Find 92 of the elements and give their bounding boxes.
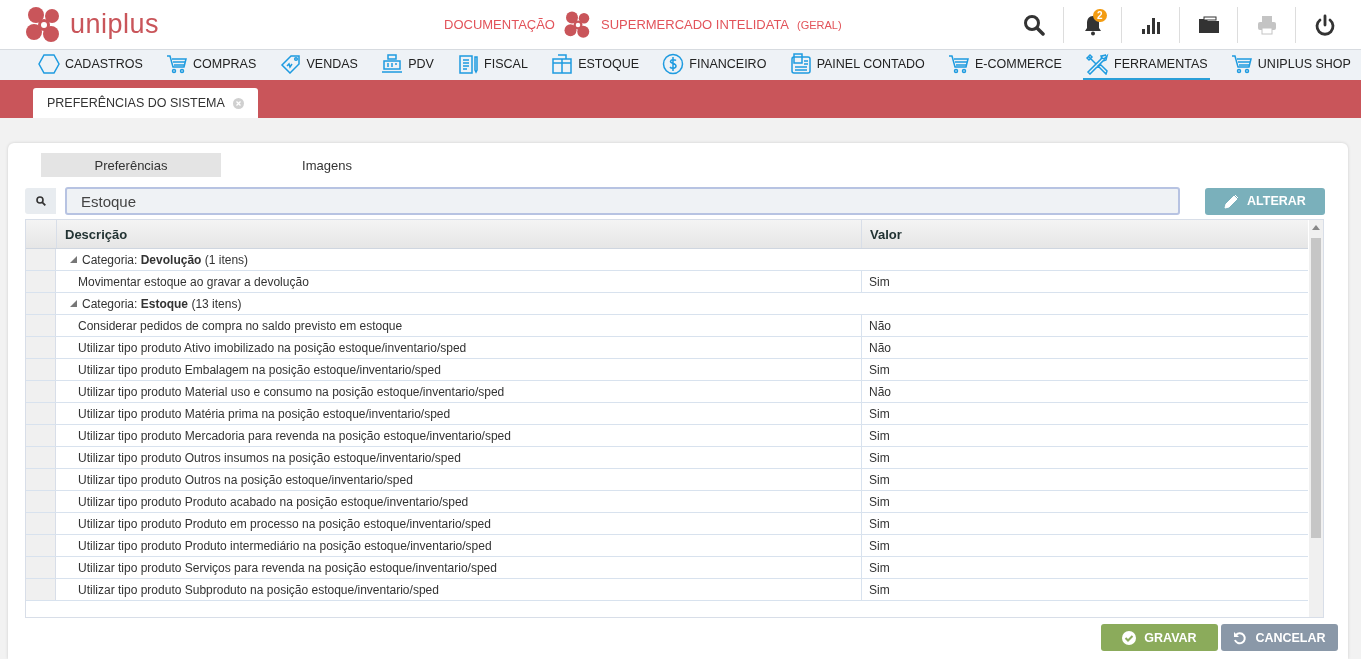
close-icon[interactable] <box>232 97 244 109</box>
preference-description: Utilizar tipo produto Produto intermediário na posição estoque/inventario/sped <box>77 537 493 555</box>
preference-value: Sim <box>861 403 1308 424</box>
preference-value: Sim <box>861 271 1308 292</box>
folder-icon <box>1197 13 1220 36</box>
scrollbar[interactable] <box>1309 220 1323 617</box>
company-name: SUPERMERCADO INTELIDATA <box>601 17 790 32</box>
preference-description: Utilizar tipo produto Produto acabado na posição estoque/inventario/sped <box>77 493 470 511</box>
row-header-cell[interactable] <box>26 359 56 380</box>
search-icon <box>1023 13 1045 36</box>
menu-item[interactable]: VENDAS <box>277 50 360 80</box>
row-header-cell[interactable] <box>26 491 56 512</box>
undo-icon <box>1233 630 1248 645</box>
preference-description: Utilizar tipo produto Embalagem na posição estoque/inventario/sped <box>77 361 442 379</box>
cart-icon <box>166 54 189 74</box>
preference-description: Utilizar tipo produto Material uso e consumo na posição estoque/inventario/sped <box>77 383 506 401</box>
row-header-cell[interactable] <box>26 403 56 424</box>
menu-item[interactable]: FINANCEIRO <box>660 50 769 80</box>
brand-name: uniplus <box>70 9 160 40</box>
preference-description: Utilizar tipo produto Matéria prima na posição estoque/inventario/sped <box>77 405 452 423</box>
tools-icon <box>1085 53 1110 75</box>
cart-icon <box>948 54 970 74</box>
cash-register-icon <box>381 54 404 74</box>
menu-item[interactable]: PDV <box>379 50 436 80</box>
menu-item[interactable]: COMPRAS <box>164 50 259 80</box>
hexagon-icon <box>38 54 60 74</box>
row-header-cell[interactable] <box>26 271 56 292</box>
preference-value: Sim <box>861 513 1308 534</box>
row-header-cell[interactable] <box>26 381 56 402</box>
preference-description: Utilizar tipo produto Outros insumos na posição estoque/inventario/sped <box>77 449 462 467</box>
preference-value: Sim <box>861 359 1308 380</box>
preference-value: Sim <box>861 447 1308 468</box>
preference-value: Sim <box>861 535 1308 556</box>
preference-value: Sim <box>861 469 1308 490</box>
preference-description: Utilizar tipo produto Produto em processo na posição estoque/inventario/sped <box>77 515 492 533</box>
row-header-cell[interactable] <box>26 535 56 556</box>
row-header-cell[interactable] <box>26 315 56 336</box>
column-header[interactable]: Descrição <box>56 220 861 248</box>
search-icon <box>35 196 46 206</box>
preference-value: Sim <box>861 579 1308 600</box>
dollar-icon <box>662 53 685 75</box>
search-field[interactable]: Estoque <box>65 187 1180 215</box>
preference-value: Sim <box>861 491 1308 512</box>
row-header-cell[interactable] <box>26 579 56 600</box>
row-header-cell[interactable] <box>26 557 56 578</box>
document-tab[interactable]: PREFERÊNCIAS DO SISTEMA <box>33 88 258 118</box>
row-header-cell[interactable] <box>26 337 56 358</box>
preference-value: Não <box>861 315 1308 336</box>
preference-description: Utilizar tipo produto Subproduto na posição estoque/inventario/sped <box>77 581 440 599</box>
menu-item[interactable]: FISCAL <box>455 50 530 80</box>
preference-description: Utilizar tipo produto Outros na posição estoque/inventario/sped <box>77 471 414 489</box>
category-label: Categoria: Estoque (13 itens) <box>82 296 242 311</box>
box-icon <box>551 54 574 74</box>
clipboard-icon <box>457 54 480 74</box>
row-header-cell[interactable] <box>26 469 56 490</box>
tag-icon <box>279 54 302 74</box>
menu-item[interactable]: ESTOQUE <box>549 50 642 80</box>
preference-value: Sim <box>861 557 1308 578</box>
calculator-icon <box>789 53 812 75</box>
column-header[interactable]: Valor <box>861 220 1308 248</box>
pencil-icon <box>1224 193 1240 209</box>
preference-value: Sim <box>861 425 1308 446</box>
scroll-up-icon[interactable] <box>1312 225 1320 230</box>
panel-tab[interactable]: Preferências <box>41 153 221 177</box>
check-circle-icon <box>1122 630 1137 645</box>
menu-item[interactable]: UNIPLUS SHOP <box>1228 50 1353 80</box>
preference-description: Utilizar tipo produto Mercadoria para revenda na posição estoque/inventario/sped <box>77 427 512 445</box>
menu-item[interactable]: PAINEL CONTADO <box>787 50 927 80</box>
row-header-cell[interactable] <box>26 249 56 270</box>
menu-item[interactable]: E-COMMERCE <box>946 50 1064 80</box>
menu-item[interactable]: CADASTROS <box>36 50 145 80</box>
panel-tab[interactable]: Imagens <box>237 153 417 177</box>
notification-badge: 2 <box>1093 8 1107 22</box>
preference-description: Utilizar tipo produto Ativo imobilizado na posição estoque/inventario/sped <box>77 339 468 357</box>
preference-description: Utilizar tipo produto Serviços para revenda na posição estoque/inventario/sped <box>77 559 498 577</box>
row-header-cell[interactable] <box>26 447 56 468</box>
category-label: Categoria: Devolução (1 itens) <box>82 252 249 267</box>
preference-description: Movimentar estoque ao gravar a devolução <box>77 273 310 291</box>
collapse-triangle-icon[interactable] <box>70 256 77 263</box>
preference-value: Não <box>861 337 1308 358</box>
collapse-triangle-icon[interactable] <box>70 300 77 307</box>
documentation-link[interactable]: DOCUMENTAÇÃO <box>444 17 555 32</box>
row-header-cell[interactable] <box>26 425 56 446</box>
search-button[interactable] <box>25 188 56 214</box>
preference-description: Considerar pedidos de compra no saldo previsto em estoque <box>77 317 404 335</box>
printer-icon <box>1255 13 1278 36</box>
power-icon <box>1313 13 1336 36</box>
preference-value: Não <box>861 381 1308 402</box>
row-header-cell[interactable] <box>26 293 56 314</box>
cart-icon <box>1230 54 1253 74</box>
row-header-cell[interactable] <box>26 513 56 534</box>
company-scope: (GERAL) <box>797 18 842 31</box>
